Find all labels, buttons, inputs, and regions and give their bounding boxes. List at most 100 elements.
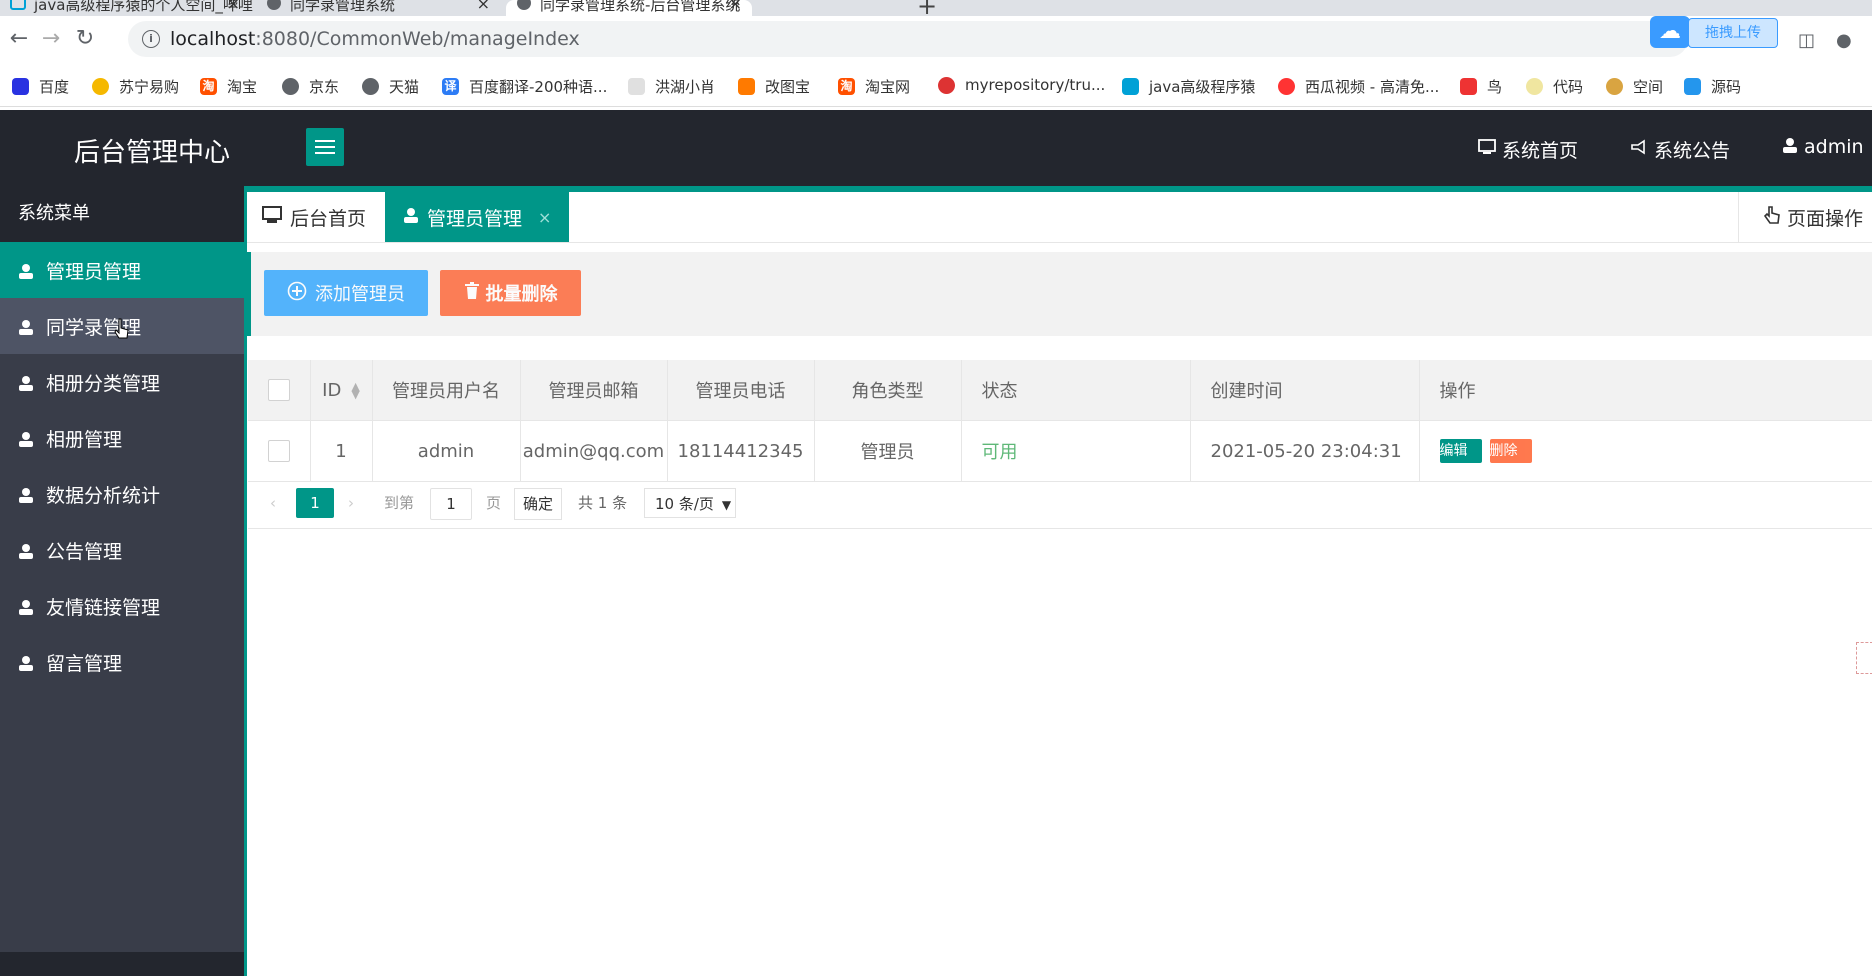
bookmark-java[interactable]: java高级程序猿: [1122, 76, 1255, 97]
browser-tab-admin[interactable]: 同学录管理系统-后台管理系统 ×: [506, 0, 752, 16]
new-tab-button[interactable]: +: [917, 0, 937, 16]
bookmark-source[interactable]: 源码: [1684, 76, 1741, 97]
select-all-cell: [248, 360, 311, 421]
monitor-icon: [1478, 139, 1496, 160]
browser-tab-title: 同学录管理系统: [290, 0, 396, 14]
sidebar-item-notice[interactable]: 公告管理: [0, 522, 244, 578]
bookmark-taobao-net[interactable]: 淘淘宝网: [838, 76, 910, 97]
suning-icon: [92, 78, 109, 95]
bookmark-space[interactable]: 空间: [1606, 76, 1663, 97]
bookmark-tmall[interactable]: 天猫: [362, 76, 419, 97]
add-admin-button[interactable]: 添加管理员: [264, 270, 428, 316]
column-header-status: 状态: [961, 360, 1191, 421]
goto-page-input[interactable]: 1: [430, 488, 472, 520]
taobao-icon: 淘: [200, 78, 217, 95]
button-label: 添加管理员: [315, 284, 405, 305]
sidebar-item-label: 相册分类管理: [46, 372, 161, 395]
site-info-icon[interactable]: i: [142, 30, 160, 48]
trash-icon: [464, 281, 480, 305]
gaitubao-icon: [738, 78, 755, 95]
goto-confirm-button[interactable]: 确定: [514, 488, 562, 520]
sidebar-item-album-category[interactable]: 相册分类管理: [0, 354, 244, 410]
cloud-upload-widget[interactable]: ☁ 拖拽上传: [1650, 16, 1780, 48]
bookmark-label: 苏宁易购: [119, 78, 180, 96]
sidebar-toggle-icon[interactable]: ◫: [1798, 30, 1815, 51]
sidebar-item-album[interactable]: 相册管理: [0, 410, 244, 466]
page-number-current[interactable]: 1: [296, 488, 334, 518]
goto-label: 到第: [384, 494, 415, 512]
bird-icon: [1460, 78, 1477, 95]
bookmark-label: 天猫: [389, 78, 420, 96]
page-size-value: 10 条/页: [655, 495, 714, 513]
bookmark-baidu-translate[interactable]: 译百度翻译-200种语...: [442, 76, 607, 97]
close-tab-icon[interactable]: ×: [729, 0, 742, 13]
forward-icon[interactable]: →: [38, 26, 64, 52]
tab-label: 后台首页: [290, 207, 367, 230]
sort-icon[interactable]: ▲ ▼: [351, 381, 359, 400]
close-tab-icon[interactable]: ×: [227, 0, 240, 13]
column-header-role: 角色类型: [814, 360, 962, 421]
tab-admin-management[interactable]: 管理员管理 ×: [385, 192, 569, 242]
browser-toolbar: ← → ↻ i localhost:8080/CommonWeb/manageI…: [0, 16, 1872, 62]
next-page-icon[interactable]: ›: [348, 488, 354, 518]
bilibili-icon: [1122, 78, 1139, 95]
bookmark-code[interactable]: 代码: [1526, 76, 1583, 97]
page-size-select[interactable]: 10 条/页 ▼: [644, 488, 736, 518]
url-text[interactable]: localhost:8080/CommonWeb/manageIndex: [170, 28, 580, 50]
bookmark-jd[interactable]: 京东: [282, 76, 339, 97]
browser-tab-bilibili[interactable]: java高级程序猿的个人空间_哔哩 ×: [10, 0, 253, 16]
close-tab-icon[interactable]: ×: [477, 0, 490, 13]
edit-button[interactable]: 编辑: [1439, 439, 1482, 463]
menu-toggle-button[interactable]: [306, 128, 344, 166]
tab-admin-home[interactable]: 后台首页: [262, 192, 384, 242]
user-icon: [18, 542, 34, 559]
bookmark-label: 淘宝网: [865, 78, 911, 96]
pen-icon: [628, 78, 645, 95]
hamburger-line: [315, 140, 335, 142]
bookmark-myrepository[interactable]: myrepository/tru...: [938, 76, 1105, 94]
nav-user-menu[interactable]: admin: [1782, 136, 1864, 158]
sidebar-item-messages[interactable]: 留言管理: [0, 634, 244, 690]
column-header-id[interactable]: ID ▲ ▼: [310, 360, 373, 421]
bookmark-label: 京东: [309, 78, 340, 96]
row-checkbox[interactable]: [267, 440, 290, 462]
url-host: localhost: [170, 28, 256, 50]
bookmark-xigua[interactable]: 西瓜视频 - 高清免...: [1278, 76, 1439, 97]
drag-upload-button[interactable]: 拖拽上传: [1688, 18, 1778, 48]
bookmark-label: 洪湖小肖: [655, 78, 716, 96]
bookmark-suning[interactable]: 苏宁易购: [92, 76, 179, 97]
sidebar-item-admin[interactable]: 管理员管理: [0, 242, 244, 298]
cell-email: admin@qq.com: [520, 420, 668, 482]
delete-button[interactable]: 删除: [1489, 439, 1532, 463]
select-all-checkbox[interactable]: [267, 379, 290, 401]
batch-delete-button[interactable]: 批量删除: [440, 270, 581, 316]
bookmark-gaitubao[interactable]: 改图宝: [738, 76, 810, 97]
user-icon: [18, 598, 34, 615]
close-tab-icon[interactable]: ×: [538, 208, 551, 227]
page-operations-button[interactable]: 页面操作: [1738, 192, 1872, 242]
edge-widget-icon[interactable]: [1856, 642, 1872, 674]
nav-system-home[interactable]: 系统首页: [1478, 136, 1578, 163]
reload-icon[interactable]: ↻: [72, 26, 98, 52]
bookmark-baidu[interactable]: 百度: [12, 76, 69, 97]
prev-page-icon[interactable]: ‹: [270, 488, 276, 518]
chrome-icon: [938, 76, 955, 94]
sidebar-item-links[interactable]: 友情链接管理: [0, 578, 244, 634]
nav-system-notice[interactable]: 系统公告: [1630, 136, 1730, 163]
column-header-email: 管理员邮箱: [520, 360, 668, 421]
bookmark-honghu[interactable]: 洪湖小肖: [628, 76, 715, 97]
browser-tab-classmates[interactable]: 同学录管理系统 ×: [266, 0, 500, 16]
bookmark-taobao[interactable]: 淘淘宝: [200, 76, 257, 97]
hand-pointer-icon: [1763, 205, 1781, 230]
bookmark-label: myrepository/tru...: [965, 76, 1106, 94]
back-icon[interactable]: ←: [6, 26, 32, 52]
sidebar-item-statistics[interactable]: 数据分析统计: [0, 466, 244, 522]
globe-icon: [282, 78, 299, 95]
profile-icon[interactable]: ●: [1836, 30, 1852, 51]
bookmark-bird[interactable]: 鸟: [1460, 76, 1502, 97]
address-bar[interactable]: i localhost:8080/CommonWeb/manageIndex: [128, 21, 1688, 57]
bookmark-label: java高级程序猿: [1149, 78, 1256, 96]
page-tabs: 后台首页 管理员管理 × 页面操作: [244, 192, 1872, 243]
plus-circle-icon: [287, 281, 307, 306]
user-icon: [18, 262, 34, 279]
